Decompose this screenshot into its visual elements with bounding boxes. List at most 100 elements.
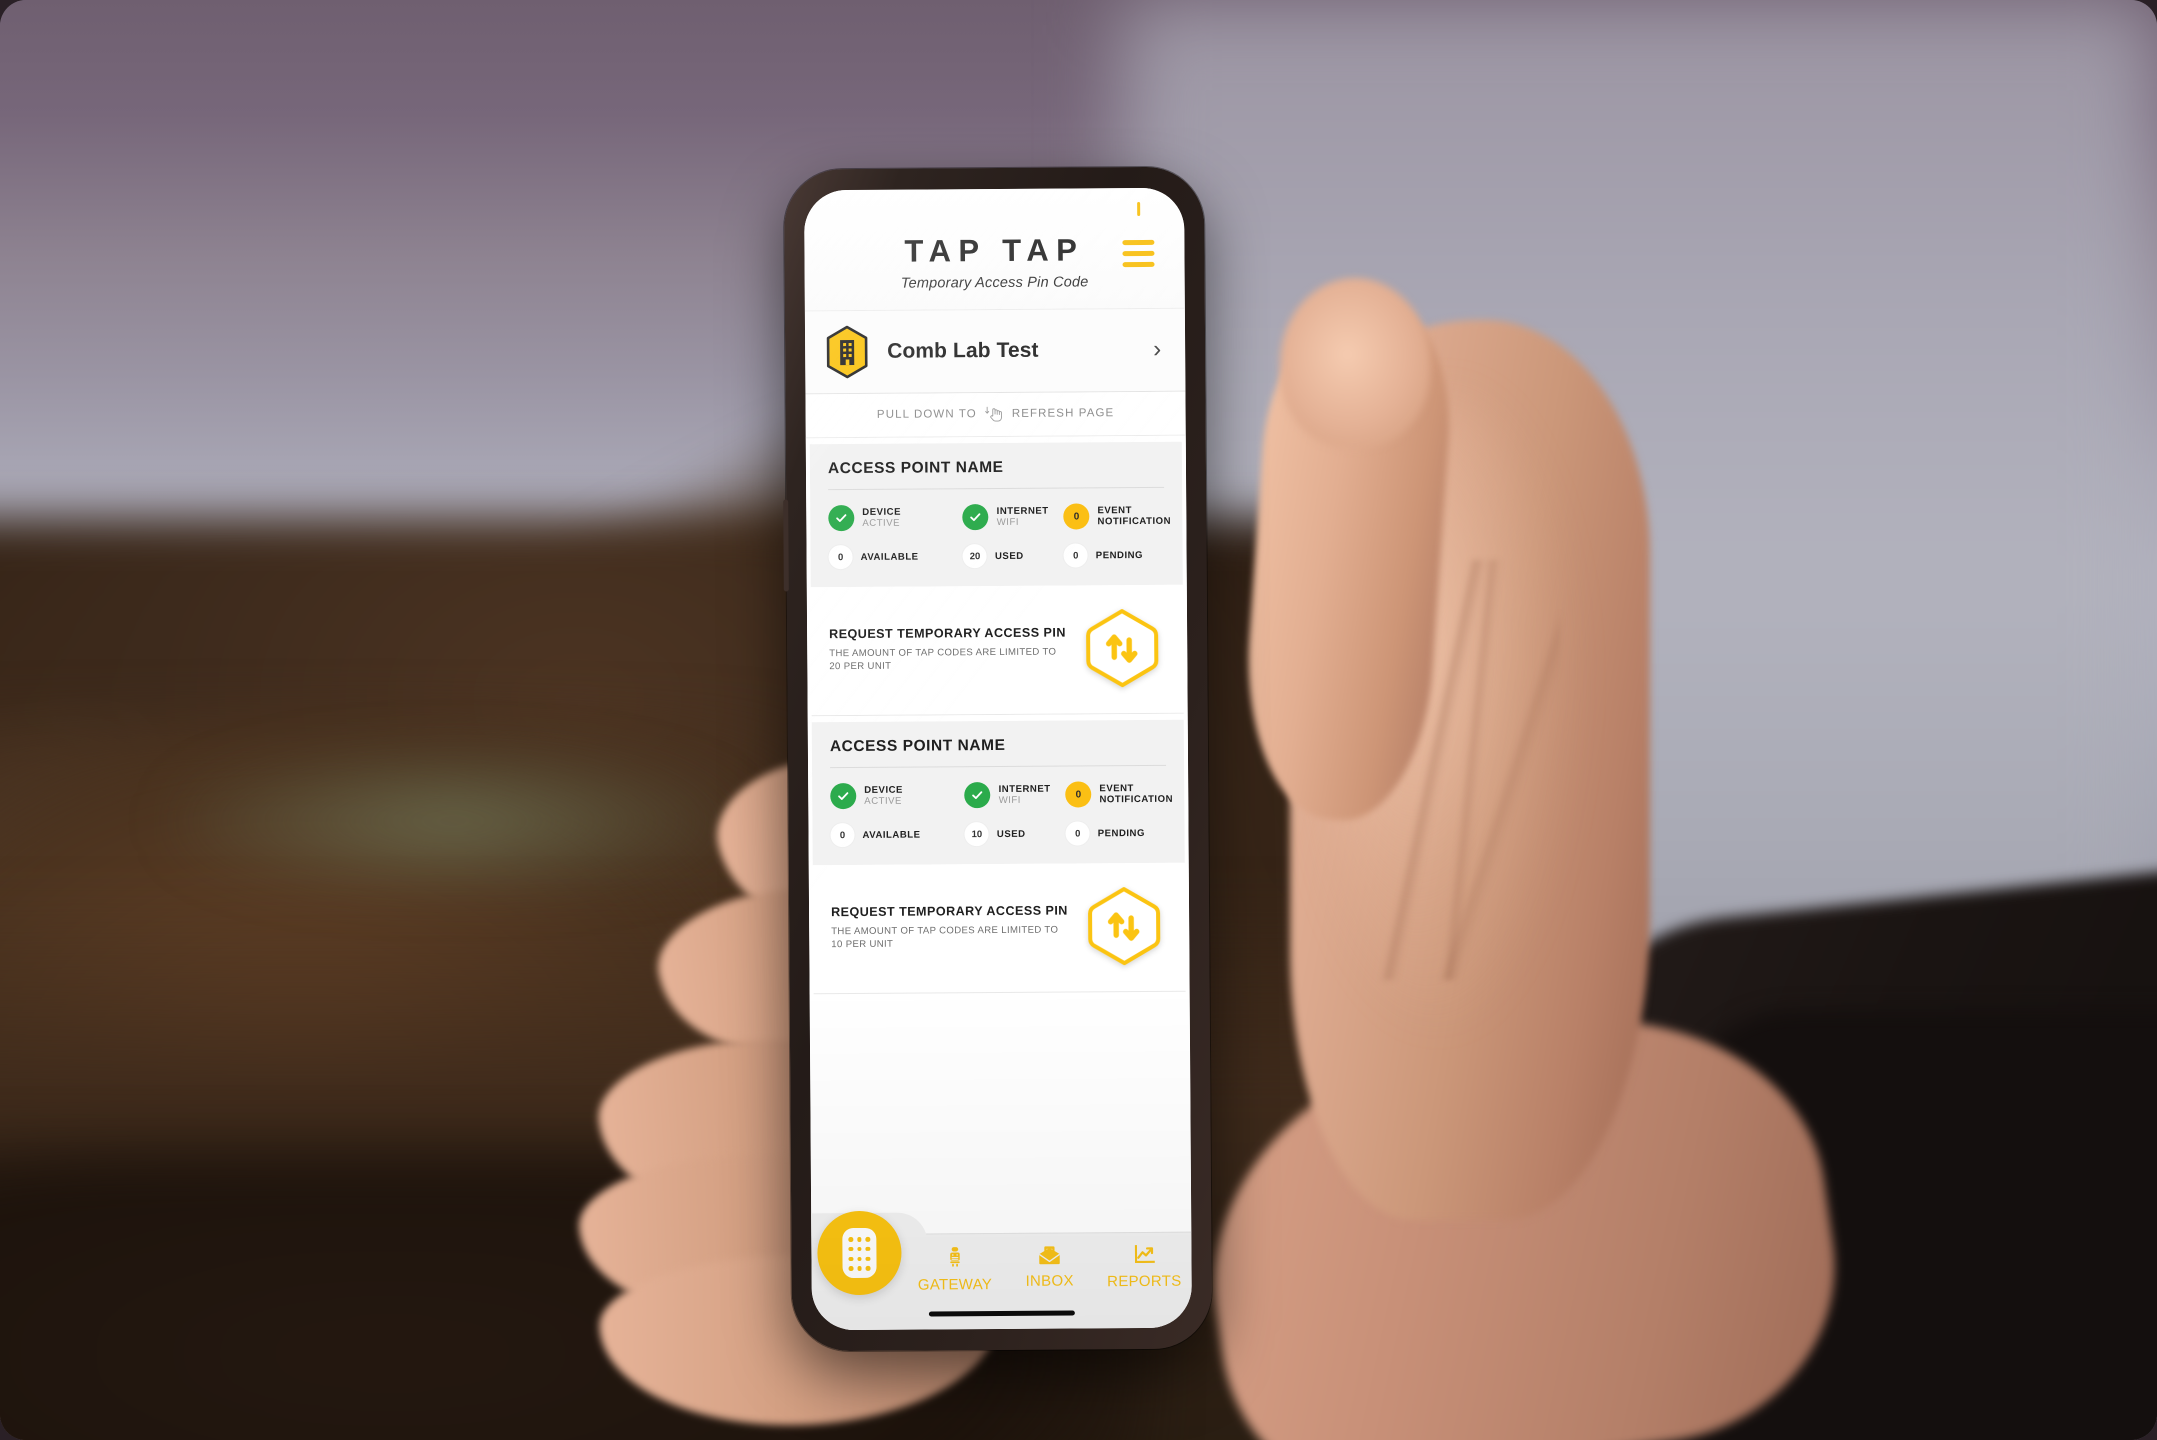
request-pin-title: REQUEST TEMPORARY ACCESS PIN <box>829 625 1066 641</box>
keypad-dot <box>865 1266 871 1271</box>
keypad-dot <box>857 1266 862 1271</box>
used-count: 10 USED <box>964 822 1066 847</box>
tab-gateway-label: GATEWAY <box>917 1276 993 1294</box>
check-icon <box>828 504 855 532</box>
chevron-right-icon[interactable]: › <box>1153 336 1163 363</box>
hamburger-bar <box>1122 239 1155 246</box>
site-name: Comb Lab Test <box>887 338 1039 363</box>
device-status: DEVICE ACTIVE <box>830 782 965 810</box>
access-point-summary: ACCESS POINT NAME DEVICE ACTIVE INTERNET… <box>811 719 1185 866</box>
request-pin-subtitle: THE AMOUNT OF TAP CODES ARE LIMITED TO 2… <box>829 646 1057 673</box>
check-icon <box>962 504 989 531</box>
request-pin-title: REQUEST TEMPORARY ACCESS PIN <box>831 903 1068 919</box>
available-badge: 0 <box>830 823 855 848</box>
event-notification-status: 0 EVENT NOTIFICATION <box>1063 503 1171 530</box>
gateway-device-icon <box>945 1246 964 1273</box>
app-tagline: Temporary Access Pin Code <box>900 274 1089 292</box>
counts-row: 0 AVAILABLE 20 USED 0 PENDING <box>828 543 1165 570</box>
pull-prefix-label: PULL DOWN TO <box>876 408 977 421</box>
keypad-dot <box>857 1246 862 1252</box>
event-notification-label: EVENT NOTIFICATION <box>1099 783 1174 806</box>
available-label: AVAILABLE <box>862 829 921 841</box>
water-glint <box>172 748 734 893</box>
access-point-list[interactable]: ACCESS POINT NAME DEVICE ACTIVE INTERNET… <box>805 435 1192 1235</box>
check-icon <box>830 782 857 810</box>
device-status-value: ACTIVE <box>862 517 901 529</box>
available-count: 0 AVAILABLE <box>828 544 964 570</box>
keypad-dot <box>857 1237 862 1242</box>
pull-to-refresh-hint: PULL DOWN TO REFRESH PAGE <box>805 391 1186 439</box>
keypad-dot <box>848 1256 854 1262</box>
access-point-card: ACCESS POINT NAME DEVICE ACTIVE INTERNET… <box>807 713 1190 995</box>
tab-inbox[interactable]: INBOX <box>1002 1233 1097 1290</box>
used-label: USED <box>996 828 1026 840</box>
pull-hand-icon <box>985 406 1004 422</box>
tab-reports[interactable]: REPORTS <box>1097 1233 1192 1291</box>
check-icon <box>964 782 991 809</box>
request-pin-row[interactable]: REQUEST TEMPORARY ACCESS PIN THE AMOUNT … <box>810 584 1184 717</box>
request-pin-row[interactable]: REQUEST TEMPORARY ACCESS PIN THE AMOUNT … <box>812 862 1186 995</box>
status-row: DEVICE ACTIVE INTERNET WIFI 0 EVENT NOTI… <box>828 503 1171 532</box>
event-count-badge: 0 <box>1065 781 1092 808</box>
pending-label: PENDING <box>1095 549 1144 561</box>
access-point-title: ACCESS POINT NAME <box>829 735 1167 769</box>
event-notification-status: 0 EVENT NOTIFICATION <box>1065 781 1173 808</box>
phone-screen: TAP TAP Temporary Access Pin Code Comb L… <box>804 187 1192 1331</box>
hamburger-bar <box>1122 250 1155 257</box>
keypad-dot <box>857 1256 862 1262</box>
keypad-dot <box>865 1246 870 1252</box>
available-count: 0 AVAILABLE <box>830 822 965 848</box>
keypad-fab-button[interactable] <box>817 1210 902 1296</box>
up-down-arrows-hexagon-icon[interactable] <box>1079 607 1166 690</box>
building-hexagon-icon <box>823 325 871 379</box>
event-notification-label: EVENT NOTIFICATION <box>1097 505 1172 528</box>
home-indicator <box>928 1310 1075 1317</box>
pending-badge: 0 <box>1063 543 1088 568</box>
background-photo: TAP TAP Temporary Access Pin Code Comb L… <box>0 0 2157 1440</box>
status-row: DEVICE ACTIVE INTERNET WIFI 0 EVENT NOTI… <box>830 781 1173 810</box>
keypad-dot <box>865 1237 870 1242</box>
used-badge: 10 <box>964 822 989 847</box>
hamburger-menu-icon[interactable] <box>1122 239 1155 268</box>
pending-label: PENDING <box>1097 827 1145 839</box>
device-status-value: ACTIVE <box>864 795 902 807</box>
event-count-badge: 0 <box>1063 503 1090 530</box>
internet-status-key: INTERNET <box>996 505 1049 517</box>
keypad-icon <box>842 1227 877 1279</box>
request-pin-subtitle: THE AMOUNT OF TAP CODES ARE LIMITED TO 1… <box>831 924 1059 951</box>
internet-status-value: WIFI <box>998 794 1021 806</box>
device-status-key: DEVICE <box>864 784 903 796</box>
keypad-dot <box>849 1266 854 1271</box>
hamburger-bar <box>1122 261 1155 268</box>
available-label: AVAILABLE <box>860 551 919 563</box>
up-down-arrows-hexagon-icon[interactable] <box>1081 885 1168 968</box>
smartphone-device: TAP TAP Temporary Access Pin Code Comb L… <box>783 166 1213 1352</box>
pull-suffix-label: REFRESH PAGE <box>1011 407 1115 420</box>
thumb-tip <box>1280 278 1430 448</box>
pending-count: 0 PENDING <box>1065 821 1167 846</box>
tab-gateway[interactable]: GATEWAY <box>907 1234 1002 1294</box>
device-status: DEVICE ACTIVE <box>828 504 963 532</box>
keypad-dot <box>848 1246 854 1252</box>
tab-inbox-label: INBOX <box>1025 1272 1074 1290</box>
used-badge: 20 <box>962 544 988 569</box>
keypad-dot <box>865 1256 871 1261</box>
internet-status-key: INTERNET <box>998 783 1051 795</box>
open-envelope-icon <box>1038 1246 1061 1270</box>
access-point-summary: ACCESS POINT NAME DEVICE ACTIVE INTERNET… <box>809 441 1183 588</box>
tab-reports-label: REPORTS <box>1107 1272 1182 1291</box>
access-point-title: ACCESS POINT NAME <box>827 457 1165 491</box>
access-point-card: ACCESS POINT NAME DEVICE ACTIVE INTERNET… <box>805 435 1188 717</box>
device-status-key: DEVICE <box>862 506 902 518</box>
internet-status: INTERNET WIFI <box>962 504 1064 531</box>
site-selector-row[interactable]: Comb Lab Test › <box>804 307 1186 395</box>
app-header: TAP TAP Temporary Access Pin Code <box>804 187 1185 311</box>
keypad-dot <box>848 1237 854 1242</box>
available-badge: 0 <box>828 545 853 570</box>
used-label: USED <box>994 550 1024 562</box>
internet-status: INTERNET WIFI <box>964 782 1066 809</box>
status-tick-icon <box>1137 201 1141 217</box>
pending-badge: 0 <box>1065 821 1090 846</box>
counts-row: 0 AVAILABLE 10 USED 0 PENDING <box>830 821 1167 848</box>
internet-status-value: WIFI <box>996 516 1020 529</box>
